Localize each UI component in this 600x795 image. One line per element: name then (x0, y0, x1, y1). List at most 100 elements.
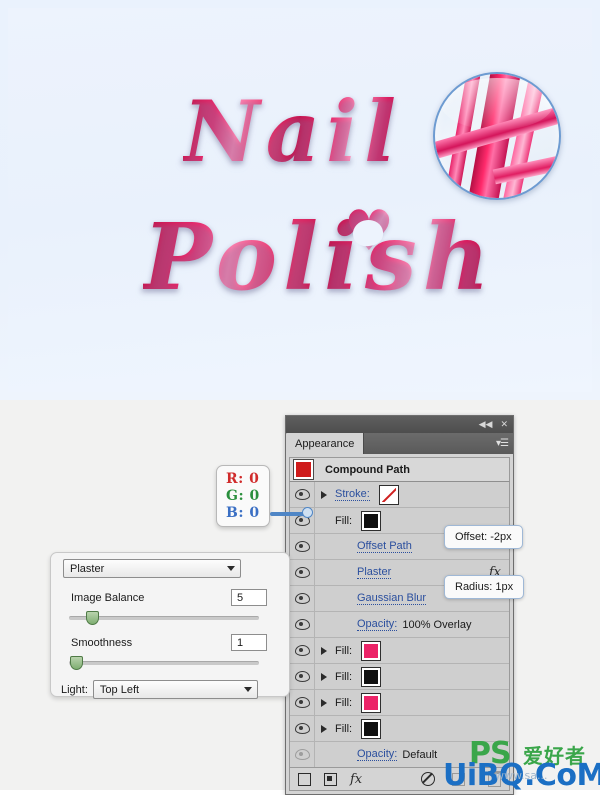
row-label-gaussian-blur[interactable]: Gaussian Blur (357, 592, 427, 605)
visibility-toggle-opacity-overlay[interactable] (290, 612, 315, 637)
visibility-toggle-opacity-default[interactable] (290, 742, 315, 767)
rgb-tooltip-connector-line (270, 512, 306, 516)
slider-thumb[interactable] (86, 611, 99, 625)
row-label-offset-path[interactable]: Offset Path (357, 540, 412, 553)
expand-spacer-opacity-overlay (315, 612, 333, 637)
row-label-fill-4: Fill: (335, 696, 353, 709)
chevron-down-icon[interactable] (222, 560, 240, 577)
chevron-down-icon[interactable] (239, 681, 257, 698)
chevron-right-icon (321, 646, 327, 655)
fill-swatch-pink-icon[interactable] (361, 640, 382, 661)
image-balance-input[interactable]: 5 (231, 589, 267, 606)
target-row[interactable]: Compound Path (289, 457, 510, 481)
add-effect-fx-icon[interactable]: fx (350, 772, 362, 787)
smoothness-slider[interactable] (69, 656, 259, 670)
row-label-opacity-overlay[interactable]: Opacity: (357, 618, 398, 631)
appearance-panel: ◀◀ ✕ Appearance ▾☰ Compound Path Stroke: (285, 415, 514, 795)
slider-track (69, 661, 259, 665)
expand-toggle-stroke[interactable] (315, 482, 333, 507)
magnifier-loupe (433, 72, 561, 200)
panel-tab-row: Appearance ▾☰ (286, 433, 513, 454)
ui-area: ◀◀ ✕ Appearance ▾☰ Compound Path Stroke: (0, 400, 600, 795)
appearance-row-fill-3[interactable]: Fill: (290, 664, 509, 690)
compound-path-label: Compound Path (325, 463, 410, 476)
appearance-row-fill-4[interactable]: Fill: (290, 690, 509, 716)
callout-offset-path: Offset: -2px (444, 525, 523, 549)
visibility-toggle-fill-4[interactable] (290, 690, 315, 715)
slider-thumb[interactable] (70, 656, 83, 670)
plaster-filter-dialog: Plaster Image Balance 5 Smoothness 1 Lig… (50, 552, 290, 699)
row-label-stroke[interactable]: Stroke: (335, 488, 370, 501)
panel-body: Compound Path Stroke: Fill: Offset Path … (286, 454, 513, 768)
smoothness-field-row: Smoothness 1 (59, 634, 273, 651)
row-label-fill-2: Fill: (335, 644, 353, 657)
eye-icon (294, 567, 310, 578)
fill-swatch-pink-icon[interactable] (361, 692, 382, 713)
appearance-row-fill-2[interactable]: Fill: (290, 638, 509, 664)
appearance-row-opacity-default[interactable]: Opacity: Default (290, 742, 509, 767)
chevron-right-icon (321, 490, 327, 499)
visibility-toggle-plaster[interactable] (290, 560, 315, 585)
image-balance-field-row: Image Balance 5 (59, 589, 273, 606)
rgb-green-value: G: 0 (226, 488, 260, 504)
fill-swatch-black-icon[interactable] (361, 718, 382, 739)
fill-swatch-black-icon[interactable] (361, 510, 382, 531)
add-new-stroke-icon[interactable] (298, 772, 311, 786)
visibility-toggle-fill-5[interactable] (290, 716, 315, 741)
fill-swatch-black-icon[interactable] (361, 666, 382, 687)
eye-icon (294, 489, 310, 500)
appearance-row-opacity-overlay[interactable]: Opacity: 100% Overlay (290, 612, 509, 638)
close-icon[interactable]: ✕ (500, 420, 508, 429)
target-swatch-icon (293, 459, 314, 480)
clear-appearance-icon[interactable] (421, 772, 435, 786)
expand-spacer-gaussian-blur (315, 586, 333, 611)
rgb-value-tooltip: R: 0 G: 0 B: 0 (216, 465, 270, 527)
light-select[interactable]: Top Left (92, 680, 258, 699)
chevron-right-icon (321, 724, 327, 733)
expand-toggle-fill-4[interactable] (315, 690, 333, 715)
plaster-dialog-inner: Plaster Image Balance 5 Smoothness 1 Lig… (59, 559, 273, 699)
artwork-word-polish: Polish (143, 203, 496, 311)
expand-toggle-fill-3[interactable] (315, 664, 333, 689)
artwork-word-nail: Nail (183, 82, 403, 181)
eye-icon (294, 541, 310, 552)
artwork-inner-canvas: Nail Polish ♥ (8, 8, 592, 392)
chevron-right-icon (321, 672, 327, 681)
stroke-swatch-none-icon[interactable] (378, 484, 399, 505)
visibility-toggle-fill-2[interactable] (290, 638, 315, 663)
delete-item-icon[interactable] (488, 771, 501, 787)
panel-menu-icon[interactable]: ▾☰ (496, 438, 509, 449)
row-label-fill-1: Fill: (335, 514, 353, 527)
tab-appearance[interactable]: Appearance (286, 433, 364, 454)
light-field-row: Light: Top Left (59, 680, 273, 699)
duplicate-item-icon[interactable] (452, 772, 465, 786)
row-label-opacity-default[interactable]: Opacity: (357, 748, 398, 761)
eye-icon (294, 593, 310, 604)
expand-toggle-fill-2[interactable] (315, 638, 333, 663)
tab-filler: ▾☰ (363, 433, 513, 454)
visibility-toggle-stroke[interactable] (290, 482, 315, 507)
appearance-row-fill-5[interactable]: Fill: (290, 716, 509, 742)
expand-spacer-plaster (315, 560, 333, 585)
row-label-fill-5: Fill: (335, 722, 353, 735)
eye-icon (294, 749, 310, 760)
filter-select-value: Plaster (70, 562, 105, 575)
rgb-red-value: R: 0 (226, 471, 260, 487)
appearance-row-stroke[interactable]: Stroke: (290, 482, 509, 508)
smoothness-input[interactable]: 1 (231, 634, 267, 651)
chevron-right-icon (321, 698, 327, 707)
expand-toggle-fill-5[interactable] (315, 716, 333, 741)
visibility-toggle-offset-path[interactable] (290, 534, 315, 559)
add-new-fill-icon[interactable] (324, 772, 337, 786)
collapse-icon[interactable]: ◀◀ (479, 420, 493, 429)
image-balance-slider[interactable] (69, 611, 259, 625)
visibility-toggle-gaussian-blur[interactable] (290, 586, 315, 611)
row-label-plaster[interactable]: Plaster (357, 566, 392, 579)
visibility-toggle-fill-3[interactable] (290, 664, 315, 689)
panel-titlebar: ◀◀ ✕ (286, 416, 513, 433)
row-value-opacity-overlay: 100% Overlay (402, 618, 472, 631)
expand-spacer-opacity-default (315, 742, 333, 767)
eye-icon (294, 619, 310, 630)
callout-gaussian-radius: Radius: 1px (444, 575, 525, 599)
filter-select[interactable]: Plaster (63, 559, 241, 578)
